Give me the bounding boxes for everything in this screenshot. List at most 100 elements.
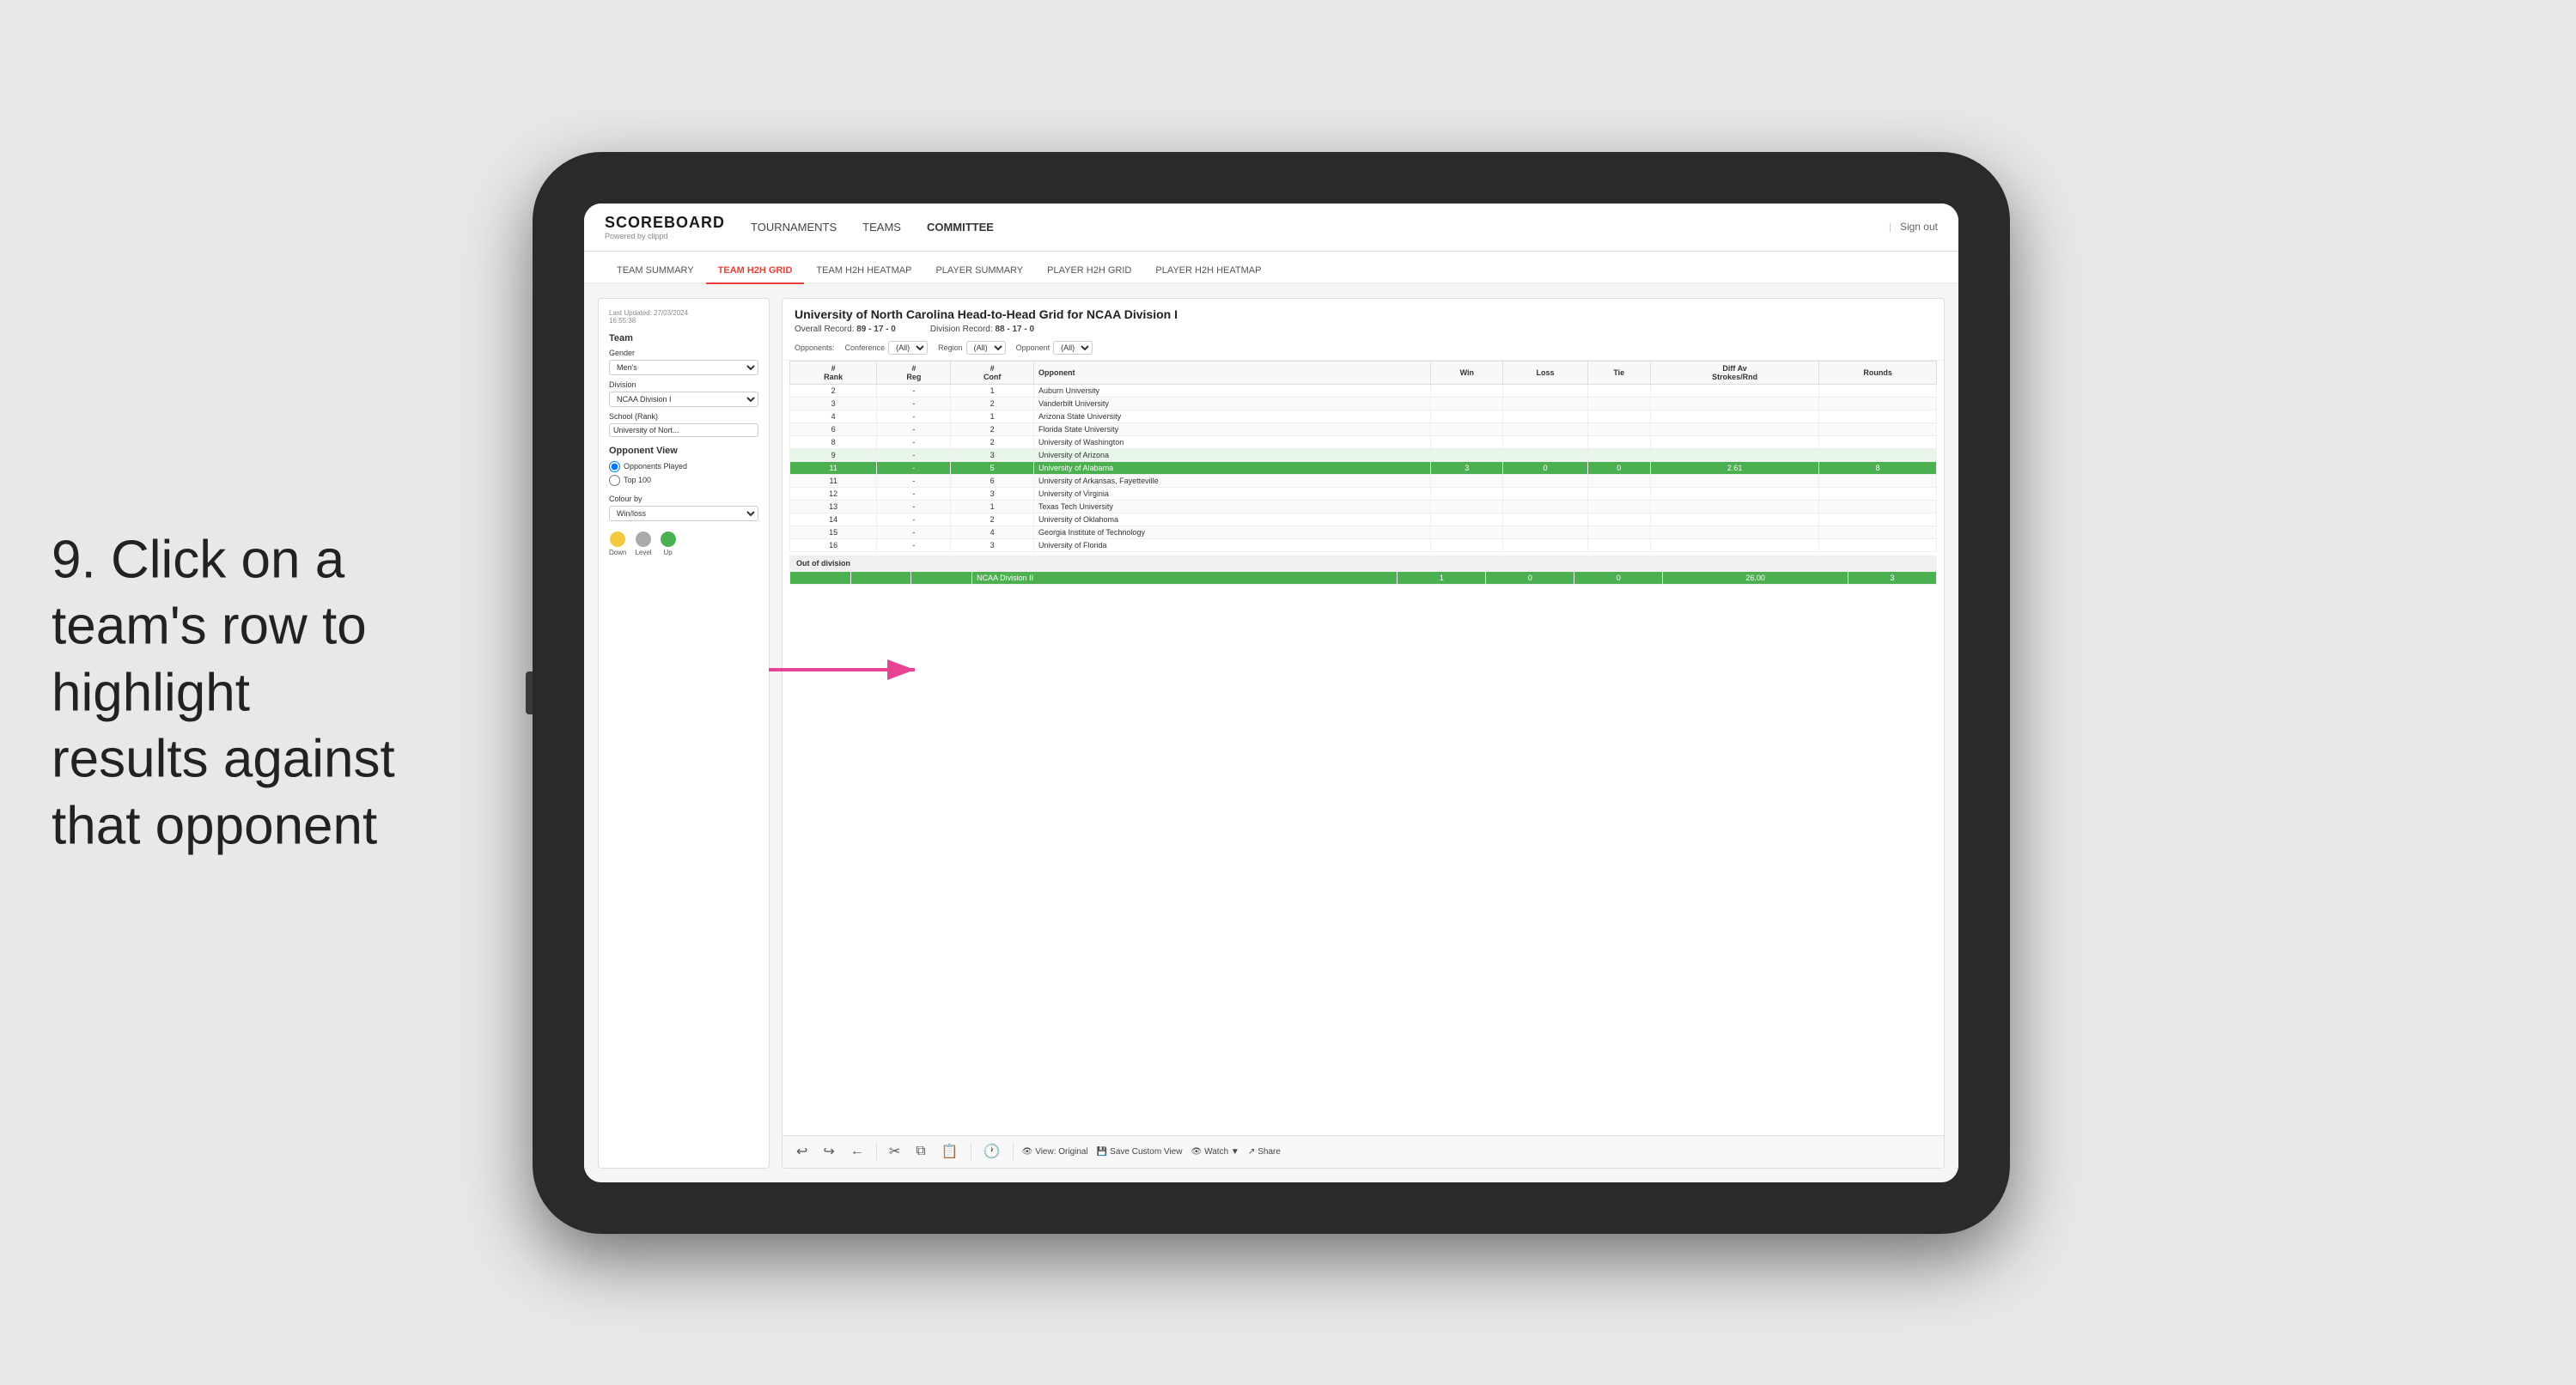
share-btn[interactable]: ↗ Share xyxy=(1248,1147,1281,1157)
top-nav: SCOREBOARD Powered by clippd TOURNAMENTS… xyxy=(584,203,1958,252)
out-of-division-label: Out of division xyxy=(789,556,1937,571)
undo-btn[interactable]: ↩ xyxy=(793,1141,811,1162)
down-dot xyxy=(610,532,625,547)
up-dot xyxy=(661,532,676,547)
eye-icon: 👁 xyxy=(1022,1147,1033,1157)
col-win: Win xyxy=(1431,361,1503,384)
out-div-loss: 0 xyxy=(1486,571,1574,584)
logo-text: SCOREBOARD xyxy=(605,214,725,232)
save-custom-btn[interactable]: 💾 Save Custom View xyxy=(1097,1147,1183,1157)
grid-records: Overall Record: 89 - 17 - 0 Division Rec… xyxy=(795,325,1932,334)
out-div-rounds: 3 xyxy=(1848,571,1936,584)
col-rank: #Rank xyxy=(790,361,877,384)
colour-by-select[interactable]: Win/loss xyxy=(609,506,758,521)
main-content: Last Updated: 27/03/2024 16:55:38 Team G… xyxy=(584,284,1958,1182)
scene: 9. Click on a team's row to highlight re… xyxy=(0,0,2576,1385)
opponent-filter: Opponent (All) xyxy=(1016,341,1093,355)
right-panel: University of North Carolina Head-to-Hea… xyxy=(782,298,1945,1169)
out-div-reg xyxy=(850,571,911,584)
step-description: Click on a team's row to highlight resul… xyxy=(52,530,395,855)
redo-btn[interactable]: ↪ xyxy=(819,1141,837,1162)
col-diff: Diff AvStrokes/Rnd xyxy=(1650,361,1819,384)
table-row[interactable]: 4-1Arizona State University xyxy=(790,410,1937,422)
table-header-row: #Rank #Reg #Conf Opponent Win Loss Tie D… xyxy=(790,361,1937,384)
school-rank-box[interactable]: University of Nort... xyxy=(609,423,758,437)
grid-filters: Opponents: Conference (All) Region ( xyxy=(795,341,1932,355)
region-filter: Region (All) xyxy=(938,341,1006,355)
watch-btn[interactable]: 👁 Watch ▼ xyxy=(1191,1147,1239,1157)
bottom-toolbar: ↩ ↪ ← ✂ ⧉ 📋 🕐 👁 View: Original xyxy=(783,1135,1944,1168)
table-row[interactable]: 2-1Auburn University xyxy=(790,384,1937,397)
table-row[interactable]: 13-1Texas Tech University xyxy=(790,500,1937,513)
watch-icon: 👁 xyxy=(1191,1147,1202,1157)
radio-top100[interactable]: Top 100 xyxy=(609,475,758,486)
team-label: Team xyxy=(609,333,758,343)
view-original-btn[interactable]: 👁 View: Original xyxy=(1022,1147,1088,1157)
nav-links: TOURNAMENTS TEAMS COMMITTEE xyxy=(751,217,1889,237)
out-div-name: NCAA Division II xyxy=(972,571,1398,584)
copy-btn[interactable]: ⧉ xyxy=(912,1142,929,1161)
table-row[interactable]: 12-3University of Virginia xyxy=(790,487,1937,500)
scissors-btn[interactable]: ✂ xyxy=(886,1141,904,1162)
legend-down: Down xyxy=(609,532,626,556)
table-row[interactable]: 3-2Vanderbilt University xyxy=(790,397,1937,410)
tab-team-h2h-grid[interactable]: TEAM H2H GRID xyxy=(706,265,805,284)
legend-level: Level xyxy=(635,532,651,556)
out-div-rank xyxy=(790,571,851,584)
nav-teams[interactable]: TEAMS xyxy=(862,217,901,237)
conference-select[interactable]: (All) xyxy=(888,341,928,355)
tablet-side-button xyxy=(526,671,533,714)
step-number: 9. xyxy=(52,530,96,589)
division-select[interactable]: NCAA Division I xyxy=(609,392,758,407)
instruction-text: 9. Click on a team's row to highlight re… xyxy=(52,526,412,860)
col-opponent: Opponent xyxy=(1034,361,1431,384)
tablet-frame: SCOREBOARD Powered by clippd TOURNAMENTS… xyxy=(533,152,2010,1234)
table-row[interactable]: 8-2University of Washington xyxy=(790,435,1937,448)
col-conf: #Conf xyxy=(951,361,1034,384)
overall-record: Overall Record: 89 - 17 - 0 xyxy=(795,325,896,334)
tab-player-h2h-heatmap[interactable]: PLAYER H2H HEATMAP xyxy=(1143,265,1273,284)
out-div-conf xyxy=(911,571,972,584)
out-of-division-table: NCAA Division II 1 0 0 26.00 3 xyxy=(789,571,1937,585)
radio-opponents-played[interactable]: Opponents Played xyxy=(609,461,758,472)
tab-player-h2h-grid[interactable]: PLAYER H2H GRID xyxy=(1035,265,1143,284)
region-select[interactable]: (All) xyxy=(966,341,1006,355)
conference-filter: Conference (All) xyxy=(845,341,929,355)
out-div-diff: 26.00 xyxy=(1663,571,1848,584)
table-row[interactable]: 11-6University of Arkansas, Fayetteville xyxy=(790,474,1937,487)
tab-team-h2h-heatmap[interactable]: TEAM H2H HEATMAP xyxy=(804,265,923,284)
level-dot xyxy=(636,532,651,547)
out-div-tie: 0 xyxy=(1574,571,1663,584)
grid-header: University of North Carolina Head-to-Hea… xyxy=(783,299,1944,361)
legend: Down Level Up xyxy=(609,532,758,556)
sign-out-button[interactable]: Sign out xyxy=(1900,221,1938,233)
table-row[interactable]: 14-2University of Oklahoma xyxy=(790,513,1937,525)
paste-btn[interactable]: 📋 xyxy=(938,1141,962,1162)
table-row[interactable]: 11-5University of Alabama3002.618 xyxy=(790,461,1937,474)
tab-player-summary[interactable]: PLAYER SUMMARY xyxy=(923,265,1035,284)
colour-by-label: Colour by xyxy=(609,495,758,503)
tab-team-summary[interactable]: TEAM SUMMARY xyxy=(605,265,706,284)
last-updated: Last Updated: 27/03/2024 16:55:38 xyxy=(609,309,758,325)
table-row[interactable]: 16-3University of Florida xyxy=(790,538,1937,551)
col-rounds: Rounds xyxy=(1819,361,1937,384)
out-of-division-row[interactable]: NCAA Division II 1 0 0 26.00 3 xyxy=(790,571,1937,584)
legend-up: Up xyxy=(661,532,676,556)
table-row[interactable]: 6-2Florida State University xyxy=(790,422,1937,435)
table-row[interactable]: 9-3University of Arizona xyxy=(790,448,1937,461)
col-reg: #Reg xyxy=(877,361,951,384)
save-icon: 💾 xyxy=(1097,1147,1107,1157)
opponents-filter-label: Opponents: xyxy=(795,343,835,352)
table-row[interactable]: 15-4Georgia Institute of Technology xyxy=(790,525,1937,538)
division-record: Division Record: 88 - 17 - 0 xyxy=(930,325,1034,334)
sub-nav: TEAM SUMMARY TEAM H2H GRID TEAM H2H HEAT… xyxy=(584,252,1958,284)
out-div-win: 1 xyxy=(1398,571,1486,584)
gender-select[interactable]: Men's xyxy=(609,360,758,375)
nav-committee[interactable]: COMMITTEE xyxy=(927,217,994,237)
tablet-screen: SCOREBOARD Powered by clippd TOURNAMENTS… xyxy=(584,203,1958,1182)
nav-tournaments[interactable]: TOURNAMENTS xyxy=(751,217,837,237)
opponent-select[interactable]: (All) xyxy=(1053,341,1093,355)
clock-btn[interactable]: 🕐 xyxy=(980,1141,1004,1162)
left-panel: Last Updated: 27/03/2024 16:55:38 Team G… xyxy=(598,298,770,1169)
back-btn[interactable]: ← xyxy=(847,1142,868,1161)
